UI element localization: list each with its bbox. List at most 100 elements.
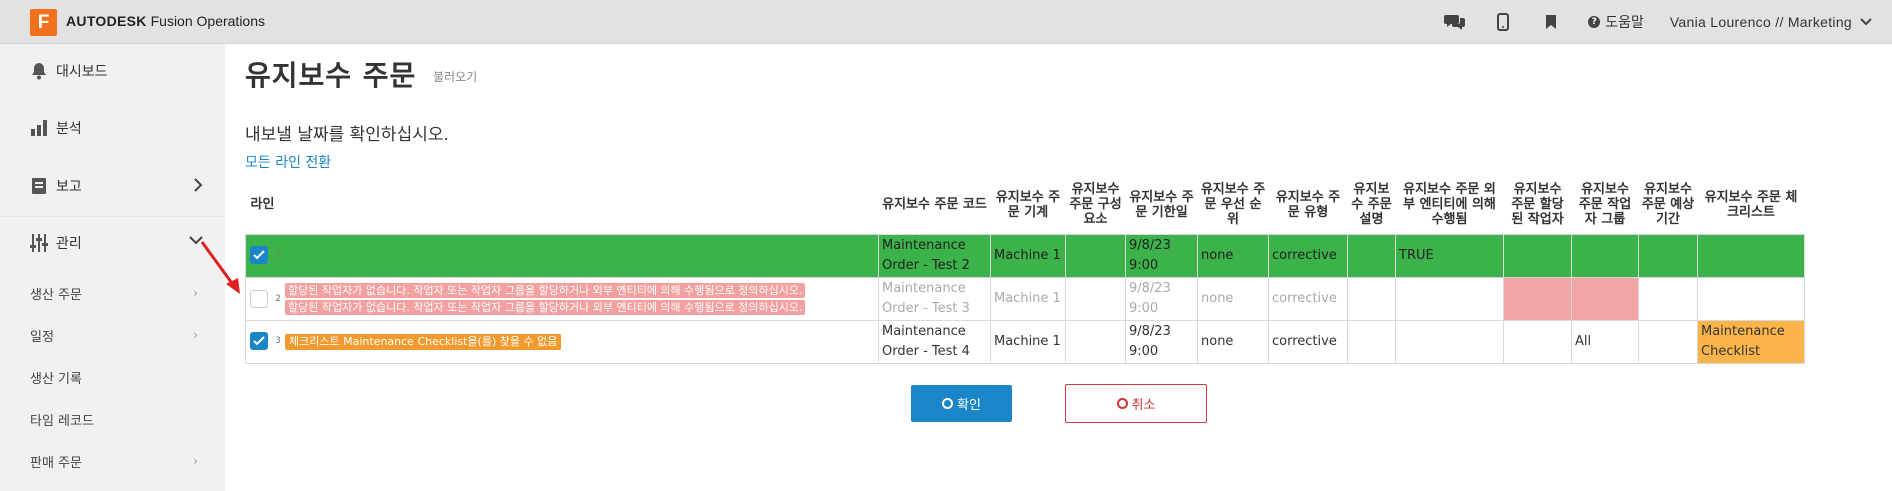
- description-cell: [1347, 233, 1396, 278]
- table-row[interactable]: 1 Maintenance Order - Test 2 Machine 1 9…: [245, 233, 1805, 278]
- toggle-all-lines-link[interactable]: 모든 라인 전환: [245, 152, 331, 172]
- row-checkbox[interactable]: [250, 289, 268, 308]
- brand-product: Fusion Operations: [150, 13, 266, 29]
- import-table: 라인 유지보수 주문 코드 유지보수 주문 기계 유지보수 주문 구성 요소 유…: [245, 176, 1805, 364]
- priority-cell: none: [1197, 276, 1269, 321]
- cancel-button[interactable]: 취소: [1065, 384, 1207, 423]
- column-header-due-date: 유지보수 주문 기한일: [1129, 189, 1194, 220]
- column-header-line: 라인: [250, 197, 275, 213]
- sidebar: 대시보드 분석 보고 관리 생산 주문 › 일정 › 생산 기록 타임 레코드 …: [0, 44, 225, 491]
- confirm-button[interactable]: 확인: [911, 385, 1012, 422]
- error-message: 할당된 작업자가 없습니다. 작업자 또는 작업자 그룹을 할당하거나 외부 엔…: [285, 282, 806, 298]
- column-header-worker: 유지보수 주문 할당된 작업자: [1511, 182, 1564, 228]
- sidebar-subitem-sales-orders[interactable]: 판매 주문 ›: [30, 450, 198, 472]
- column-header-priority: 유지보수 주문 우선 순위: [1200, 182, 1266, 228]
- fusion-logo[interactable]: F: [30, 9, 57, 36]
- worker-group-cell: [1571, 276, 1639, 321]
- sidebar-subitem-label: 판매 주문: [30, 455, 82, 471]
- top-bar: F AUTODESK Fusion Operations ? 도움말 Vania…: [0, 0, 1892, 44]
- bar-chart-icon: [28, 117, 50, 139]
- row-checkbox[interactable]: [250, 332, 268, 351]
- sidebar-subitem-production-orders[interactable]: 생산 주문 ›: [30, 282, 198, 304]
- user-menu[interactable]: Vania Lourenco // Marketing: [1670, 14, 1872, 30]
- checklist-cell: [1697, 276, 1805, 321]
- chevron-right-icon: ›: [193, 454, 198, 468]
- type-cell: corrective: [1268, 319, 1348, 364]
- page-subtitle: 불러오기: [433, 70, 478, 84]
- external-cell: [1395, 319, 1504, 364]
- annotation-arrow-icon: [200, 241, 240, 294]
- chevron-down-icon: [1860, 18, 1872, 26]
- machine-cell: Machine 1: [990, 233, 1066, 278]
- description-cell: [1347, 319, 1396, 364]
- confirm-prompt: 내보낼 날짜를 확인하십시오.: [245, 125, 449, 145]
- sliders-icon: [28, 232, 50, 254]
- table-row[interactable]: 2 할당된 작업자가 없습니다. 작업자 또는 작업자 그룹을 할당하거나 외부…: [245, 276, 1805, 321]
- machine-cell: Machine 1: [990, 319, 1066, 364]
- mobile-icon[interactable]: [1492, 11, 1514, 33]
- type-cell: corrective: [1268, 276, 1348, 321]
- chat-icon[interactable]: [1444, 11, 1466, 33]
- sidebar-item-analysis[interactable]: 분석: [28, 115, 203, 141]
- column-header-type: 유지보수 주문 유형: [1275, 189, 1341, 220]
- sidebar-subitem-time-records[interactable]: 타임 레코드: [30, 408, 198, 430]
- component-cell: [1065, 233, 1126, 278]
- worker-cell: [1503, 233, 1572, 278]
- sidebar-item-reports[interactable]: 보고: [28, 173, 203, 199]
- circle-x-icon: [1116, 398, 1128, 409]
- help-button[interactable]: ? 도움말: [1588, 12, 1644, 32]
- brand-name: AUTODESK Fusion Operations: [66, 13, 265, 29]
- sidebar-subitem-label: 일정: [30, 329, 54, 345]
- page-title: 유지보수 주문: [245, 59, 417, 92]
- table-row[interactable]: 3 체크리스트 Maintenance Checklist을(를) 찾을 수 없…: [245, 319, 1805, 364]
- due-date-cell: 9/8/23 9:00: [1125, 319, 1198, 364]
- help-icon: ?: [1588, 16, 1601, 28]
- external-cell: [1395, 276, 1504, 321]
- report-icon: [28, 175, 50, 197]
- confirm-label: 확인: [957, 398, 981, 413]
- column-header-worker-group: 유지보수 주문 작업자 그룹: [1578, 182, 1632, 228]
- brand-bold: AUTODESK: [66, 13, 147, 29]
- column-header-machine: 유지보수 주문 기계: [995, 189, 1061, 220]
- line-cell: 3 체크리스트 Maintenance Checklist을(를) 찾을 수 없…: [245, 319, 879, 364]
- bookmark-icon[interactable]: [1540, 11, 1562, 33]
- sidebar-subitem-production-records[interactable]: 생산 기록: [30, 366, 198, 388]
- error-messages: 할당된 작업자가 없습니다. 작업자 또는 작업자 그룹을 할당하거나 외부 엔…: [285, 282, 806, 316]
- sidebar-subitem-label: 타임 레코드: [30, 413, 94, 429]
- code-cell: Maintenance Order - Test 4: [878, 319, 991, 364]
- sidebar-item-label: 관리: [56, 236, 82, 252]
- circle-arrow-icon: [942, 398, 954, 409]
- worker-cell: [1503, 276, 1572, 321]
- code-cell: Maintenance Order - Test 2: [878, 233, 991, 278]
- sidebar-item-label: 대시보드: [56, 64, 108, 80]
- sidebar-subitem-schedule[interactable]: 일정 ›: [30, 324, 198, 346]
- row-number: 3: [275, 336, 281, 347]
- sidebar-item-dashboard[interactable]: 대시보드: [28, 58, 203, 84]
- column-header-component: 유지보수 주문 구성 요소: [1069, 182, 1122, 228]
- column-header-description: 유지보수 주문 설명: [1351, 182, 1392, 228]
- row-number: 2: [275, 293, 281, 304]
- duration-cell: [1638, 319, 1698, 364]
- column-header-external: 유지보수 주문 외부 엔티티에 의해 수행됨: [1403, 182, 1496, 228]
- priority-cell: none: [1197, 233, 1269, 278]
- due-date-cell: 9/8/23 9:00: [1125, 276, 1198, 321]
- bell-icon: [28, 60, 50, 82]
- column-header-checklist: 유지보수 주문 체크리스트: [1704, 189, 1798, 220]
- column-header-duration: 유지보수 주문 예상 기간: [1641, 182, 1695, 228]
- sidebar-subitem-label: 생산 주문: [30, 287, 82, 303]
- code-cell: Maintenance Order - Test 3: [878, 276, 991, 321]
- component-cell: [1065, 276, 1126, 321]
- cancel-label: 취소: [1131, 398, 1156, 413]
- chevron-right-icon: [194, 178, 203, 192]
- chevron-right-icon: ›: [193, 328, 198, 342]
- checklist-cell: Maintenance Checklist: [1697, 319, 1805, 364]
- warning-message: 체크리스트 Maintenance Checklist을(를) 찾을 수 없음: [285, 333, 562, 350]
- sidebar-item-label: 분석: [56, 121, 82, 137]
- sidebar-item-management[interactable]: 관리: [28, 230, 203, 256]
- duration-cell: [1638, 233, 1698, 278]
- user-label: Vania Lourenco // Marketing: [1669, 14, 1852, 30]
- component-cell: [1065, 319, 1126, 364]
- table-header-row: 라인 유지보수 주문 코드 유지보수 주문 기계 유지보수 주문 구성 요소 유…: [246, 176, 1805, 234]
- row-checkbox[interactable]: [250, 246, 268, 265]
- help-label: 도움말: [1605, 15, 1644, 31]
